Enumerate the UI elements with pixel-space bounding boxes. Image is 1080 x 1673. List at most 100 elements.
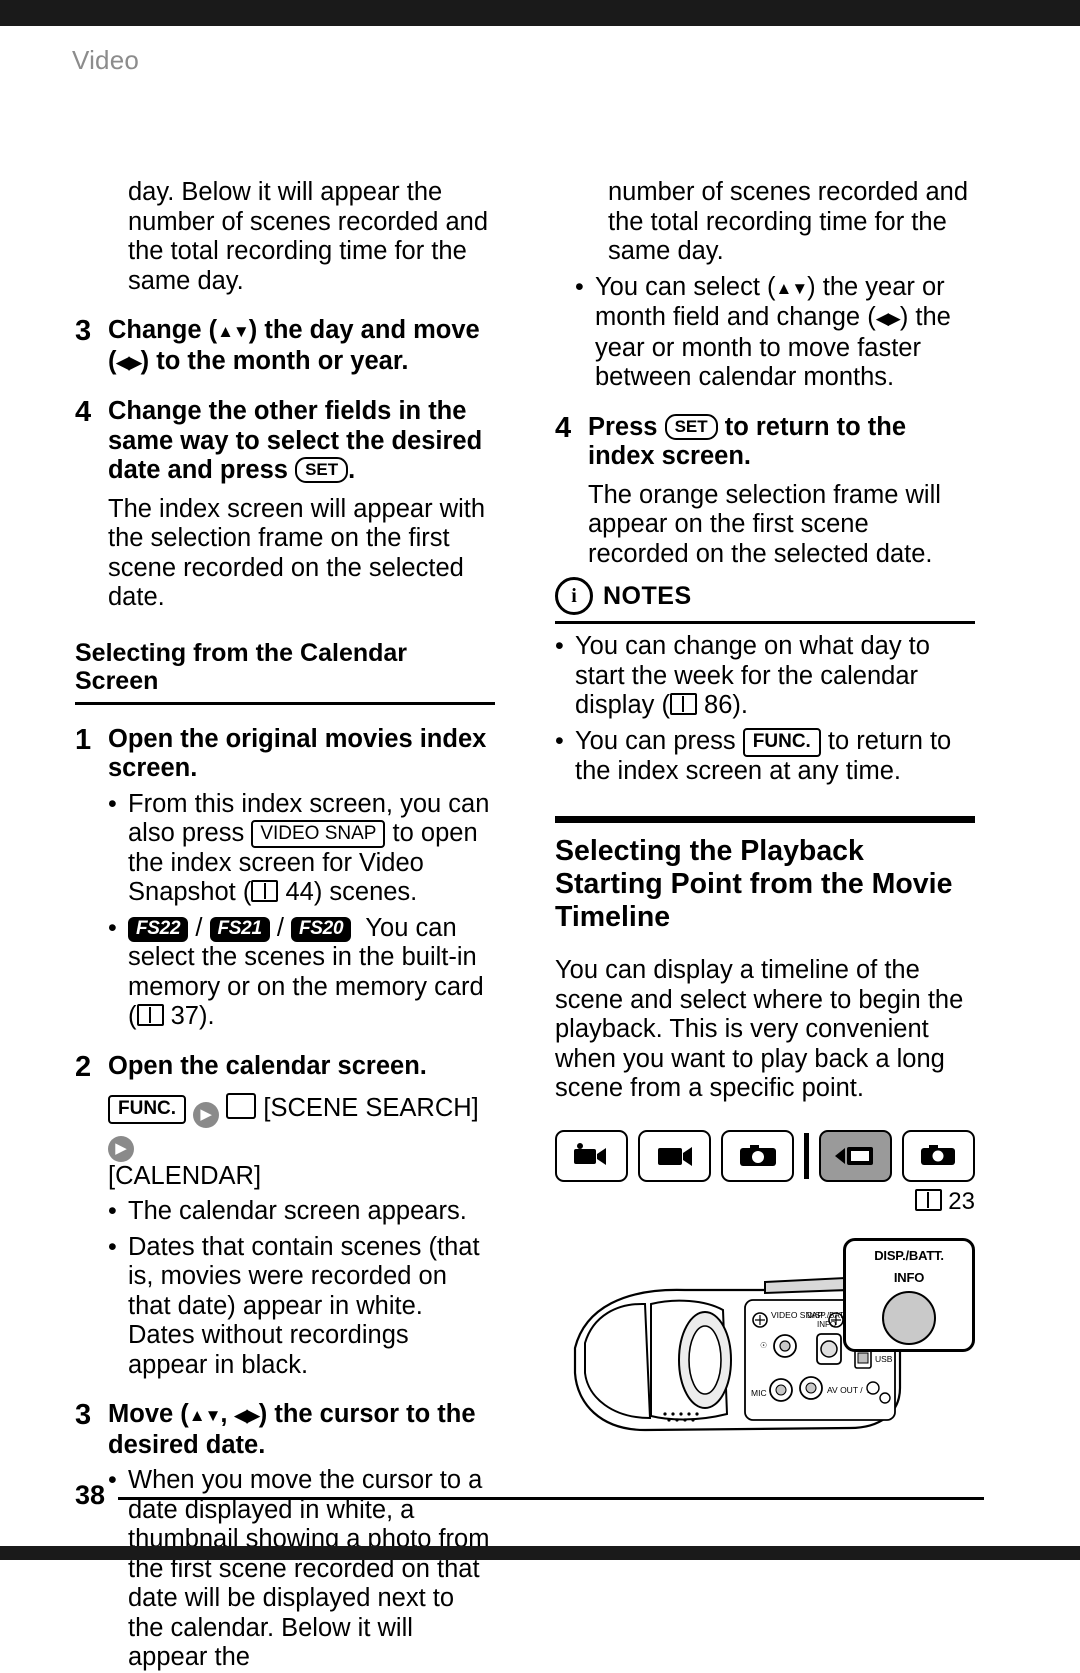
left-step2-bullets: • The calendar screen appears. • Dates t…	[108, 1197, 495, 1380]
notes-list: • You can change on what day to start th…	[555, 632, 975, 786]
step3b-text-a: Move (	[108, 1400, 189, 1428]
step3-text-a: Change (	[108, 316, 218, 344]
step3b-text-b: ,	[220, 1400, 235, 1428]
bullet-item: • Dates that contain scenes (that is, mo…	[108, 1233, 495, 1381]
callout-line-1: DISP./BATT.	[874, 1247, 944, 1263]
step-text: Open the original movies index screen.	[108, 724, 487, 783]
section-heading-calendar: Selecting from the Calendar Screen	[75, 639, 495, 705]
right-column: number of scenes recorded and the total …	[555, 178, 975, 1468]
step3-text-c: ) to the month or year.	[140, 346, 409, 375]
bullet-text: The calendar screen appears.	[128, 1197, 467, 1225]
step-number: 4	[75, 396, 92, 428]
step-number: 3	[75, 315, 92, 347]
video-snap-button-chip: VIDEO SNAP	[251, 820, 386, 848]
footer-page-number: 38	[75, 1480, 106, 1510]
left-continuation-text: day. Below it will appear the number of …	[128, 178, 489, 295]
disp-batt-info-button-icon[interactable]	[882, 1290, 936, 1345]
step-text: Open the calendar screen.	[108, 1051, 427, 1080]
step-text: Change (▲▼) the day and move (◀▶) to the…	[108, 316, 495, 377]
page-reference: 23	[948, 1187, 975, 1215]
note-text-a: You can press	[575, 726, 743, 755]
svg-text:MIC: MIC	[751, 1388, 767, 1398]
svg-text:USB: USB	[875, 1354, 893, 1364]
menu-bracket-close: ]	[471, 1093, 479, 1122]
left-step-3b: 3 Move (▲▼, ◀▶) the cursor to the desire…	[75, 1400, 495, 1460]
note-text: You can change on what day to start the …	[575, 632, 975, 721]
bullet-dot: •	[555, 726, 564, 755]
set-button-icon: SET	[295, 457, 349, 483]
bullet-text: Dates that contain scenes (that is, movi…	[128, 1232, 480, 1379]
leftright-arrow-icon: ◀▶	[116, 352, 142, 372]
svg-text:INFO: INFO	[817, 1320, 836, 1329]
bullet-text: You can select (▲▼) the year or month fi…	[595, 273, 975, 393]
mode-button-photo-camera[interactable]	[721, 1129, 795, 1182]
page-reference: 44	[285, 878, 314, 906]
bullet-text-c: ) scenes.	[313, 878, 418, 906]
page-header-title: Video	[72, 45, 140, 75]
top-black-bar	[0, 0, 1080, 26]
notes-header: i NOTES	[555, 577, 975, 624]
arrow-right-disc-icon: ▶	[193, 1101, 220, 1128]
book-reference-icon	[914, 1188, 942, 1211]
mode-button-photo-view[interactable]	[901, 1129, 975, 1182]
mode-button-movie-playback[interactable]	[638, 1129, 712, 1182]
bullet-dot: •	[108, 789, 117, 818]
bullet-item-models: • FS22 / FS21 / FS20 You can select the …	[108, 914, 495, 1032]
arrow-right-disc-icon-2: ▶	[108, 1135, 134, 1162]
page-reference: 37	[170, 1002, 199, 1030]
page-reference: 86	[704, 691, 733, 719]
mode-bar-page-reference: 23	[555, 1188, 975, 1216]
step-text: Change the other fields in the same way …	[108, 397, 495, 486]
step-number: 2	[75, 1050, 92, 1083]
menu-calendar-label: [CALENDAR]	[108, 1161, 262, 1190]
updown-arrow-icon: ▲▼	[188, 1406, 222, 1425]
bullet-dot: •	[108, 1197, 117, 1225]
mode-button-camera-movie-record[interactable]	[555, 1129, 629, 1182]
right-continuation-text: number of scenes recorded and the total …	[608, 178, 969, 265]
bottom-black-bar	[0, 1546, 1080, 1560]
model-badge-fs20: FS20	[291, 916, 352, 942]
func-button-chip[interactable]: FUNC.	[742, 727, 821, 757]
bullet-dot: •	[555, 632, 564, 660]
menu-scene-search-label: SCENE SEARCH	[270, 1093, 472, 1122]
func-button-chip[interactable]: FUNC.	[108, 1094, 187, 1124]
camera-illustration: VIDEO SNAP DISP./BATT. INFO ☉ USB AV OUT…	[555, 1237, 975, 1468]
mode-button-bar	[555, 1129, 975, 1182]
bullet-item: • From this index screen, you can also p…	[108, 790, 495, 908]
book-reference-icon	[136, 1004, 164, 1026]
left-step-2: 2 Open the calendar screen.	[75, 1050, 495, 1083]
book-reference-icon	[251, 880, 279, 902]
model-separator: /	[276, 913, 284, 942]
updown-arrow-icon: ▲▼	[217, 322, 250, 341]
menu-path-line: FUNC. ▶ [SCENE SEARCH] ▶ [CALENDAR]	[108, 1092, 495, 1192]
mode-button-photo-playback[interactable]	[818, 1129, 892, 1182]
disp-batt-info-callout: DISP./BATT. INFO	[843, 1237, 975, 1352]
updown-arrow-icon: ▲▼	[775, 278, 809, 298]
model-bullet-tail: ).	[198, 1002, 215, 1030]
info-icon: i	[555, 577, 593, 615]
svg-text:☉: ☉	[760, 1341, 767, 1350]
note-text-a: You can change on what day to start the …	[575, 632, 930, 719]
step-number: 4	[555, 411, 572, 444]
set-button-icon: SET	[664, 413, 718, 440]
leftright-arrow-icon: ◀▶	[875, 309, 901, 328]
step-text: Press SET to return to the index screen.	[588, 413, 975, 472]
leftright-arrow-icon: ◀▶	[234, 1406, 260, 1425]
right-step-4: 4 Press SET to return to the index scree…	[555, 411, 975, 472]
left-step1-bullets: • From this index screen, you can also p…	[108, 790, 495, 1032]
left-step-1: 1 Open the original movies index screen.	[75, 723, 495, 784]
scene-search-icon	[226, 1092, 257, 1119]
step-text: Move (▲▼, ◀▶) the cursor to the desired …	[108, 1400, 495, 1460]
right-step4-body: The orange selection frame will appear o…	[588, 480, 941, 568]
bullet-text: FS22 / FS21 / FS20 You can select the sc…	[128, 914, 495, 1032]
step-number: 1	[75, 723, 92, 756]
bullet-dot: •	[575, 272, 584, 301]
bullet-text: From this index screen, you can also pre…	[128, 790, 495, 908]
movie-playback-icon	[657, 1146, 692, 1166]
model-separator: /	[195, 913, 203, 942]
camera-movie-record-icon	[573, 1142, 606, 1165]
bullet-item: • You can select (▲▼) the year or month …	[575, 273, 975, 393]
step4-text-a: Press	[588, 412, 665, 441]
photo-playback-icon	[835, 1146, 874, 1165]
note-text-b: ).	[732, 691, 748, 719]
